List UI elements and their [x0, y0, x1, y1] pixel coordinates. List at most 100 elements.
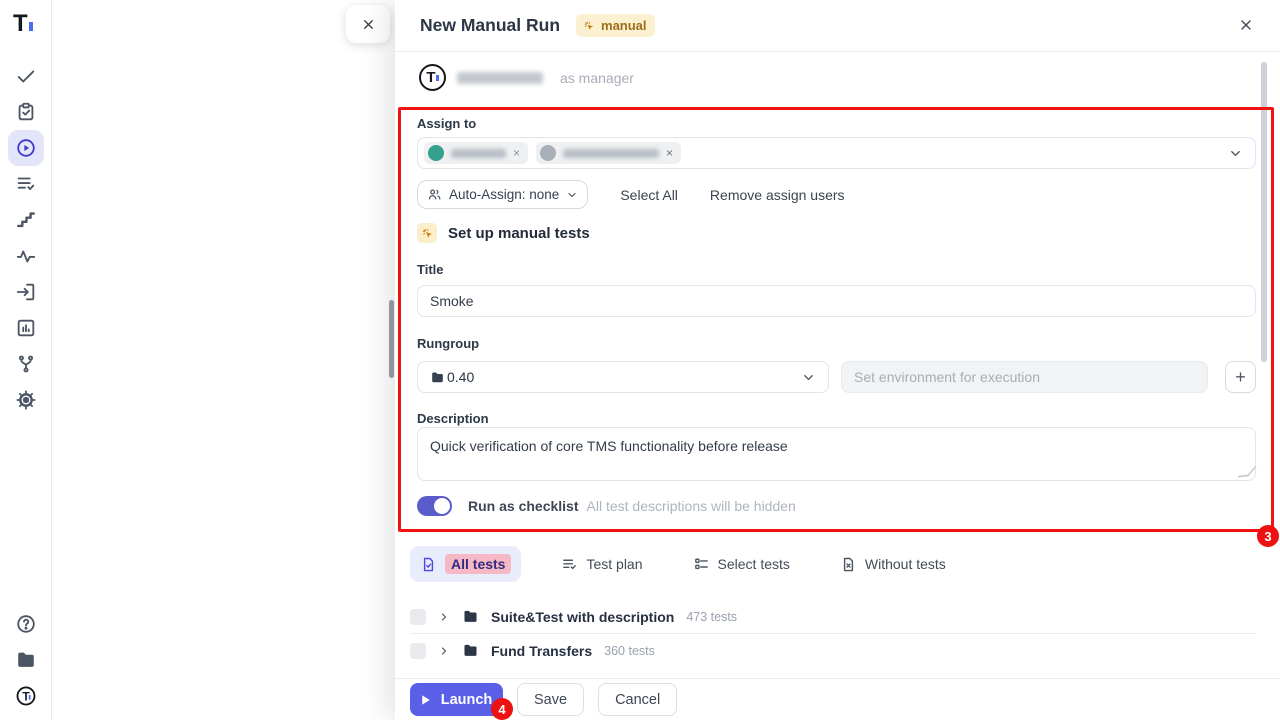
- suite-row[interactable]: Suite&Test with description 473 tests: [410, 600, 1256, 633]
- tab-without-tests[interactable]: Without tests: [830, 548, 956, 581]
- runs-list-scrollbar[interactable]: [389, 300, 394, 378]
- tab-all-tests[interactable]: All tests: [410, 546, 521, 582]
- add-environment-button[interactable]: +: [1225, 361, 1256, 393]
- drawer-footer: Launch Save Cancel: [395, 678, 1280, 720]
- fork-icon: [15, 353, 37, 375]
- rail-item-logo-badge[interactable]: T: [8, 678, 44, 714]
- save-button[interactable]: Save: [517, 683, 584, 716]
- list-check-icon: [561, 556, 578, 573]
- rail-item-steps[interactable]: [8, 202, 44, 238]
- play-circle-icon: [15, 137, 37, 159]
- rail-item-bar-chart[interactable]: [8, 310, 44, 346]
- close-icon: [361, 17, 376, 32]
- rail-item-list-check[interactable]: [8, 166, 44, 202]
- pulse-icon: [15, 245, 37, 267]
- environment-input[interactable]: Set environment for execution: [841, 361, 1208, 393]
- assign-to-multiselect[interactable]: × ×: [417, 137, 1256, 169]
- suite-name: Fund Transfers: [491, 643, 592, 659]
- rail-item-help[interactable]: [8, 606, 44, 642]
- suite-test-count: 360 tests: [604, 644, 655, 658]
- suite-checkbox[interactable]: [410, 609, 426, 625]
- suite-name: Suite&Test with description: [491, 609, 674, 625]
- test-source-tabs: All tests Test plan Select tests Without te…: [410, 546, 956, 582]
- manual-type-badge: manual: [576, 14, 655, 37]
- run-as-checklist-toggle[interactable]: [417, 496, 452, 516]
- logo-badge-icon: T: [15, 685, 37, 707]
- assigned-user-chip[interactable]: ×: [536, 142, 681, 164]
- tab-select-tests[interactable]: Select tests: [683, 548, 800, 581]
- bar-chart-icon: [15, 317, 37, 339]
- suites-tree: Suite&Test with description 473 tests Fund…: [410, 600, 1256, 667]
- run-as-checklist-hint: All test descriptions will be hidden: [587, 498, 796, 514]
- rail-item-fork[interactable]: [8, 346, 44, 382]
- tab-test-plan[interactable]: Test plan: [551, 548, 652, 581]
- run-manager-row: T as manager: [419, 64, 634, 91]
- play-icon: [421, 695, 431, 705]
- new-manual-run-drawer: New Manual Run manual T as manager Assig…: [395, 0, 1280, 720]
- rail-item-gear[interactable]: [8, 382, 44, 418]
- tab-label: Test plan: [586, 556, 642, 572]
- title-input[interactable]: Smoke: [417, 285, 1256, 317]
- suite-checkbox[interactable]: [410, 643, 426, 659]
- folder-icon: [462, 608, 479, 625]
- remove-assign-users-link[interactable]: Remove assign users: [710, 187, 845, 203]
- clipboard-check-icon: [15, 101, 37, 123]
- steps-icon: [15, 209, 37, 231]
- folder-icon: [430, 370, 447, 385]
- run-as-checklist-row: Run as checklist All test descriptions w…: [417, 496, 796, 516]
- cancel-button[interactable]: Cancel: [598, 683, 677, 716]
- assign-actions-row: Auto-Assign: none Select All Remove assi…: [417, 180, 845, 209]
- remove-chip-icon[interactable]: ×: [513, 146, 520, 160]
- close-icon: [1238, 17, 1254, 33]
- launch-button[interactable]: Launch: [410, 683, 503, 716]
- doc-x-icon: [840, 556, 857, 573]
- suite-row[interactable]: Fund Transfers 360 tests: [410, 634, 1256, 667]
- drawer-header: New Manual Run manual: [395, 0, 1280, 52]
- folder-icon: [462, 642, 479, 659]
- chevron-down-icon[interactable]: [1228, 146, 1243, 161]
- description-label: Description: [417, 411, 489, 426]
- drawer-title: New Manual Run: [420, 15, 560, 36]
- user-avatar: [540, 145, 556, 161]
- auto-assign-button[interactable]: Auto-Assign: none: [417, 180, 588, 209]
- rungroup-label: Rungroup: [417, 336, 479, 351]
- doc-check-icon: [420, 556, 437, 573]
- setup-manual-tests-heading: Set up manual tests: [417, 223, 590, 243]
- remove-chip-icon[interactable]: ×: [666, 146, 673, 160]
- rail-item-pulse[interactable]: [8, 238, 44, 274]
- rail-item-clipboard-check[interactable]: [8, 94, 44, 130]
- left-nav-rail: T T: [0, 0, 52, 720]
- rungroup-select[interactable]: 0.40: [417, 361, 829, 393]
- help-icon: [15, 613, 37, 635]
- assigned-user-chip[interactable]: ×: [424, 142, 528, 164]
- suite-test-count: 473 tests: [686, 610, 737, 624]
- redacted-user-name: [451, 149, 506, 158]
- check-icon: [15, 65, 37, 87]
- rail-item-import[interactable]: [8, 274, 44, 310]
- description-textarea[interactable]: Quick verification of core TMS functiona…: [417, 427, 1256, 481]
- manual-cursor-icon: [417, 223, 437, 243]
- rail-item-check[interactable]: [8, 58, 44, 94]
- annotation-step-3-badge: 3: [1257, 525, 1279, 547]
- app-logo: T: [13, 10, 33, 38]
- drawer-close-button[interactable]: [1238, 17, 1254, 38]
- chevron-down-icon: [801, 370, 816, 385]
- list-check-icon: [15, 173, 37, 195]
- checklist-icon: [693, 556, 710, 573]
- user-avatar: [428, 145, 444, 161]
- drawer-scrollbar[interactable]: [1261, 62, 1267, 362]
- chevron-right-icon[interactable]: [438, 645, 450, 657]
- assign-to-label: Assign to: [417, 116, 476, 131]
- redacted-manager-name: [457, 72, 543, 84]
- folder-icon: [15, 649, 37, 671]
- panel-close-button[interactable]: [346, 5, 390, 43]
- redacted-user-name: [563, 149, 659, 158]
- select-all-link[interactable]: Select All: [620, 187, 678, 203]
- manual-cursor-icon: [582, 19, 596, 33]
- manager-note: as manager: [560, 70, 634, 86]
- gear-icon: [15, 389, 37, 411]
- rail-item-folder[interactable]: [8, 642, 44, 678]
- chevron-down-icon: [566, 189, 578, 201]
- rail-item-play-circle[interactable]: [8, 130, 44, 166]
- chevron-right-icon[interactable]: [438, 611, 450, 623]
